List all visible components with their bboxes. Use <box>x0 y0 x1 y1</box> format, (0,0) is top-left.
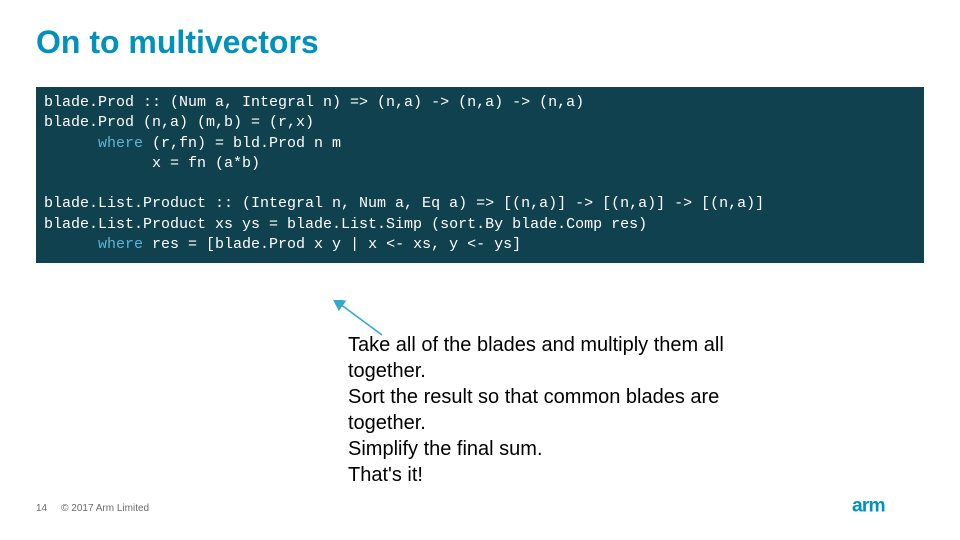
code-line-7: res = [blade.Prod x y | x <- xs, y <- ys… <box>152 236 521 253</box>
annotation-line-4: That's it! <box>348 462 748 488</box>
code-line-2: blade.Prod (n,a) (m,b) = (r,x) <box>44 114 314 131</box>
annotation-line-3: Simplify the final sum. <box>348 436 748 462</box>
footer: 14 © 2017 Arm Limited <box>36 503 149 514</box>
code-block: blade.Prod :: (Num a, Integral n) => (n,… <box>36 87 924 263</box>
annotation-line-1: Take all of the blades and multiply them… <box>348 332 748 384</box>
code-line-3: (r,fn) = bld.Prod n m <box>152 135 341 152</box>
page-title: On to multivectors <box>36 24 924 61</box>
code-line-1: blade.Prod :: (Num a, Integral n) => (n,… <box>44 94 584 111</box>
arm-logo-text: arm <box>852 496 885 517</box>
slide: On to multivectors blade.Prod :: (Num a,… <box>0 0 960 540</box>
page-number: 14 <box>36 503 47 514</box>
code-line-4: x = fn (a*b) <box>44 155 260 172</box>
code-line-6: blade.List.Product xs ys = blade.List.Si… <box>44 216 647 233</box>
code-line-5: blade.List.Product :: (Integral n, Num a… <box>44 195 764 212</box>
arm-logo: arm <box>852 494 924 518</box>
code-keyword-where-2: where <box>44 236 152 253</box>
copyright-text: © 2017 Arm Limited <box>61 503 149 514</box>
annotation-block: Take all of the blades and multiply them… <box>348 332 748 488</box>
annotation-line-2: Sort the result so that common blades ar… <box>348 384 748 436</box>
code-keyword-where-1: where <box>44 135 152 152</box>
